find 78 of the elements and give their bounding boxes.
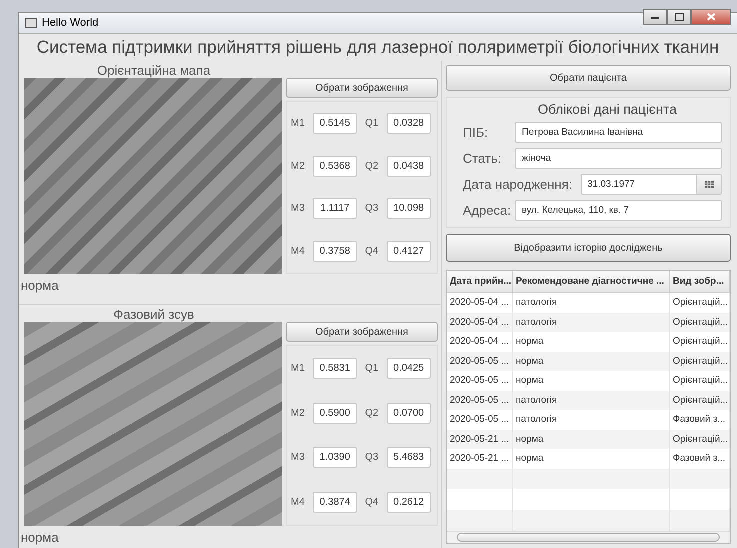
measure-field[interactable]: 0.5368 <box>313 156 358 177</box>
column-header[interactable]: Дата прийн... <box>447 271 513 292</box>
measure-label: Q3 <box>365 203 380 214</box>
measure-field[interactable]: 0.0700 <box>386 402 431 424</box>
choose-patient-button[interactable]: Обрати пацієнта <box>446 65 731 91</box>
measure-field[interactable]: 0.0425 <box>386 358 431 379</box>
measure-field[interactable]: 0.2612 <box>386 492 431 514</box>
measure-label: M1 <box>291 118 306 129</box>
table-cell: 2020-05-04 ... <box>447 312 513 332</box>
measure-label: Q1 <box>365 118 380 129</box>
app-icon <box>25 18 37 28</box>
horizontal-scrollbar[interactable] <box>447 531 730 543</box>
measure-field[interactable]: 1.1117 <box>313 198 358 220</box>
input-field[interactable]: Петрова Василина Іванівна <box>515 122 722 143</box>
table-cell: 2020-05-05 ... <box>447 390 513 410</box>
measure-label: M3 <box>291 452 306 464</box>
measure-field[interactable]: 0.3758 <box>313 241 358 262</box>
measure-field[interactable]: 5.4683 <box>386 447 431 468</box>
table-cell: патологія <box>513 390 670 410</box>
measure-field[interactable]: 0.0438 <box>386 156 431 177</box>
table-cell: Орієнтацій... <box>670 352 730 371</box>
table-cell: 2020-05-21 ... <box>447 430 513 449</box>
table-cell: норма <box>513 430 670 449</box>
maximize-button[interactable] <box>667 9 691 25</box>
measure-label: Q4 <box>365 497 380 508</box>
table-cell: 2020-05-05 ... <box>447 352 513 371</box>
field-label: ПІБ: <box>463 125 490 140</box>
panel-title: Фазовий зсув <box>112 307 196 322</box>
app-heading: Система підтримки прийняття рішень для лазерної поляриметрії біологічних тканин <box>36 36 720 59</box>
input-field[interactable]: жіноча <box>515 148 722 169</box>
choose-image-button[interactable]: Обрати зображення <box>286 322 438 342</box>
maximize-icon[interactable] <box>674 13 684 21</box>
table-cell: Орієнтацій... <box>670 390 730 410</box>
minimize-button[interactable] <box>643 9 667 25</box>
card-title: Облікові дані пацієнта <box>536 102 678 117</box>
field-label: Стать: <box>463 151 502 166</box>
measure-label: M2 <box>291 160 306 172</box>
table-row[interactable]: 2020-05-04 ... патологія Орієнтацій... <box>447 312 730 332</box>
measure-field[interactable]: 0.4127 <box>386 241 431 262</box>
measure-field[interactable]: 0.3874 <box>313 492 358 514</box>
show-history-button[interactable]: Відобразити історію досліджень <box>446 234 731 262</box>
verdict-text: норма <box>20 529 60 547</box>
input-field[interactable]: вул. Келецька, 110, кв. 7 <box>515 200 722 221</box>
measure-label: M4 <box>291 497 306 508</box>
table-row[interactable]: 2020-05-05 ... норма Орієнтацій... <box>447 352 730 371</box>
measure-field[interactable]: 0.0328 <box>386 112 431 134</box>
minimize-icon[interactable] <box>651 16 659 18</box>
measure-label: Q1 <box>365 362 380 374</box>
measure-field[interactable]: 1.0390 <box>313 447 358 468</box>
measure-label: Q2 <box>365 408 380 419</box>
measure-field[interactable]: 10.098 <box>386 198 431 220</box>
measure-label: M4 <box>291 246 306 258</box>
calendar-icon[interactable] <box>704 181 714 188</box>
measure-field[interactable]: 0.5900 <box>313 402 358 424</box>
measure-label: Q4 <box>365 246 380 258</box>
measure-label: M2 <box>291 408 306 419</box>
measure-field[interactable]: 0.5831 <box>313 358 358 379</box>
field-label: Дата народження: <box>463 177 573 192</box>
panel-title: Орієнтаційна мапа <box>96 63 212 78</box>
table-row[interactable]: 2020-05-05 ... патологія Орієнтацій... <box>447 390 730 410</box>
column-header[interactable]: Рекомендоване діагностичне ... <box>513 271 670 292</box>
table-cell: патологія <box>513 312 670 332</box>
measure-label: M1 <box>291 362 306 374</box>
table-cell: Орієнтацій... <box>670 430 730 449</box>
table-cell: Орієнтацій... <box>670 312 730 332</box>
window-title: Hello World <box>42 17 100 29</box>
table-cell: норма <box>513 352 670 371</box>
measure-field[interactable]: 0.5145 <box>313 112 358 134</box>
table-row[interactable]: 2020-05-21 ... норма Орієнтацій... <box>447 430 730 449</box>
measure-label: Q2 <box>365 160 380 172</box>
close-icon[interactable] <box>706 13 716 21</box>
close-button[interactable] <box>691 9 731 25</box>
verdict-text: норма <box>20 277 60 295</box>
column-header[interactable]: Вид зобр... <box>670 271 730 292</box>
choose-image-button[interactable]: Обрати зображення <box>286 78 438 98</box>
measure-label: Q3 <box>365 452 380 464</box>
date-picker[interactable]: 31.03.1977 <box>580 174 722 195</box>
measure-label: M3 <box>291 203 306 214</box>
